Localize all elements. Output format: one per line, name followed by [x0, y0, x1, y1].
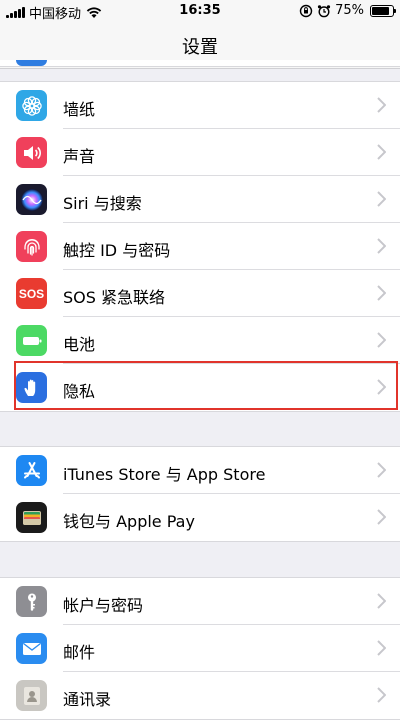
battery-percent: 75% [335, 3, 364, 18]
wallpaper-icon [16, 90, 47, 121]
alarm-icon [317, 4, 331, 17]
status-right: 75% [299, 3, 396, 18]
chevron-right-icon [377, 238, 386, 254]
app-store-icon [16, 455, 47, 486]
chevron-right-icon [377, 687, 386, 703]
mail-icon [16, 633, 47, 664]
chevron-right-icon [377, 640, 386, 656]
wallet-icon [16, 502, 47, 533]
settings-row-mail[interactable]: 邮件 [0, 625, 400, 672]
settings-row-itunes-app-store[interactable]: iTunes Store 与 App Store [0, 447, 400, 494]
chevron-right-icon [377, 191, 386, 207]
settings-row-emergency-sos[interactable]: SOS SOS 紧急联络 [0, 270, 400, 317]
settings-row-contacts[interactable]: 通讯录 [0, 672, 400, 719]
chevron-right-icon [377, 144, 386, 160]
settings-row-label: 声音 [63, 147, 96, 166]
sos-icon-text: SOS [18, 286, 45, 301]
battery-icon [16, 325, 47, 356]
settings-row-wallpaper[interactable]: 墙纸 [0, 82, 400, 129]
chevron-right-icon [377, 462, 386, 478]
settings-row-label: 通讯录 [63, 690, 112, 709]
rotation-lock-icon [299, 4, 313, 17]
settings-row-label: 墙纸 [63, 100, 96, 119]
settings-row-siri[interactable]: Siri 与搜索 [0, 176, 400, 223]
partial-row-icon [16, 60, 47, 66]
chevron-right-icon [377, 593, 386, 609]
settings-row-label: 电池 [63, 335, 96, 354]
battery-icon [370, 4, 396, 17]
page-title: 设置 [182, 37, 218, 58]
settings-group-stores: iTunes Store 与 App Store 钱包与 Apple Pay [0, 446, 400, 542]
settings-row-accounts-passwords[interactable]: 帐户与密码 [0, 578, 400, 625]
privacy-highlight-box [14, 361, 398, 410]
settings-group-scrolled-top [0, 60, 400, 67]
key-icon [16, 586, 47, 617]
chevron-right-icon [377, 509, 386, 525]
sos-icon: SOS [16, 278, 47, 309]
settings-row-label: SOS 紧急联络 [63, 288, 165, 307]
settings-row-label: Siri 与搜索 [63, 194, 142, 213]
siri-icon [16, 184, 47, 215]
speaker-icon [16, 137, 47, 168]
settings-row-battery[interactable]: 电池 [0, 317, 400, 364]
contacts-icon [16, 680, 47, 711]
settings-row-label: 帐户与密码 [63, 596, 144, 615]
settings-group-accounts: 帐户与密码 邮件 通讯录 [0, 577, 400, 720]
settings-row-touch-id[interactable]: 触控 ID 与密码 [0, 223, 400, 270]
settings-row-sounds[interactable]: 声音 [0, 129, 400, 176]
settings-row-label: 邮件 [63, 643, 96, 662]
chevron-right-icon [377, 97, 386, 113]
settings-row-label: iTunes Store 与 App Store [63, 465, 266, 484]
settings-row-label: 触控 ID 与密码 [63, 241, 171, 260]
status-bar: 中国移动 16:35 75% [0, 0, 400, 22]
fingerprint-icon [16, 231, 47, 262]
settings-row-label: 钱包与 Apple Pay [63, 512, 195, 531]
chevron-right-icon [377, 332, 386, 348]
settings-row-wallet-apple-pay[interactable]: 钱包与 Apple Pay [0, 494, 400, 541]
battery-fill [372, 6, 389, 15]
chevron-right-icon [377, 285, 386, 301]
